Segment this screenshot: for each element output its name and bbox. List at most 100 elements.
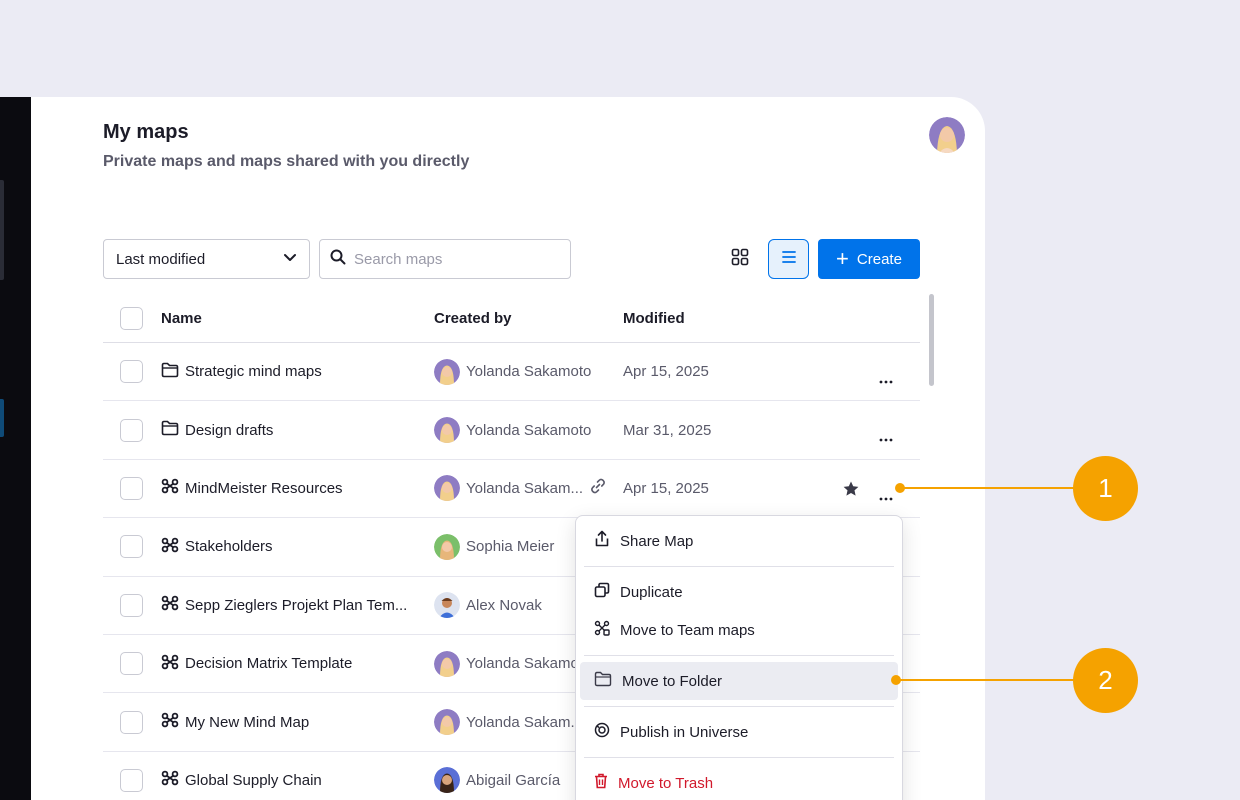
row-checkbox[interactable] [120,476,143,500]
mindmap-icon [161,595,179,615]
column-header-modified[interactable]: Modified [623,310,783,327]
row-created-by: Yolanda Sakamoto [466,363,592,381]
mindmap-icon [161,478,179,498]
avatar [434,592,460,619]
row-modified: Apr 15, 2025 [623,363,709,381]
search-icon [330,249,346,270]
duplicate-icon [594,582,610,602]
grid-view-button[interactable] [720,239,760,279]
row-checkbox[interactable] [120,593,143,617]
menu-divider [584,655,894,656]
scrollbar[interactable] [929,294,934,386]
context-menu: Share Map Duplicate Move to Team maps Mo… [575,515,903,800]
menu-item-label: Publish in Universe [620,723,749,741]
folder-icon [594,671,612,691]
link-icon [589,477,607,499]
menu-item-label: Move to Team maps [620,621,755,639]
callout-line-2 [896,679,1076,681]
row-name: Sepp Zieglers Projekt Plan Tem... [185,596,408,614]
mindmap-icon [161,712,179,732]
callout-marker-1: 1 [1073,456,1138,521]
callout-marker-2: 2 [1073,648,1138,713]
row-checkbox[interactable] [120,652,143,676]
maps-panel: My maps Private maps and maps shared wit… [31,97,985,800]
user-avatar[interactable] [929,117,965,153]
folder-icon [161,420,179,440]
row-created-by: Sophia Meier [466,538,555,556]
row-name: Design drafts [185,421,274,439]
app-sidebar-edge [0,97,31,800]
row-name: Strategic mind maps [185,363,322,381]
menu-item-label: Share Map [620,532,694,550]
create-button[interactable]: + Create [818,239,920,279]
avatar [434,358,460,385]
row-name: MindMeister Resources [185,479,343,497]
table-row[interactable]: Design drafts Yolanda Sakamoto Mar 31, 2… [103,401,920,460]
star-icon[interactable] [842,480,860,502]
sort-select-value: Last modified [116,250,206,268]
menu-item-move-to-trash[interactable]: Move to Trash [580,764,898,800]
avatar [434,709,460,736]
mindmap-icon [161,654,179,674]
avatar [434,475,460,502]
row-created-by: Alex Novak [466,596,542,614]
row-modified: Mar 31, 2025 [623,421,712,439]
page-title: My maps [103,121,189,143]
search-input[interactable] [354,250,554,268]
trash-icon [594,773,608,793]
row-created-by: Yolanda Sakam... [466,479,584,497]
row-checkbox[interactable] [120,360,143,384]
row-created-by: Yolanda Sakamo [466,655,579,673]
plus-icon: + [836,246,849,271]
menu-item-label: Move to Folder [622,672,723,690]
row-checkbox[interactable] [120,710,143,734]
menu-item-label: Move to Trash [618,774,714,792]
grid-view-icon [731,248,749,271]
table-header: Name Created by Modified [103,294,920,343]
more-options-icon[interactable] [879,488,893,505]
page-subtitle: Private maps and maps shared with you di… [103,153,470,170]
folder-icon [161,362,179,382]
mindmap-icon [161,537,179,557]
row-checkbox[interactable] [120,535,143,559]
sort-select[interactable]: Last modified [103,239,310,279]
list-view-button[interactable] [768,239,809,279]
callout-line-1 [900,487,1076,489]
menu-item-share-map[interactable]: Share Map [580,522,898,560]
row-modified: Apr 15, 2025 [623,479,709,497]
list-view-icon [781,250,797,269]
select-all-checkbox[interactable] [120,306,143,330]
column-header-created-by[interactable]: Created by [434,310,623,327]
row-name: Decision Matrix Template [185,655,353,673]
row-created-by: Abigail García [466,771,561,789]
menu-item-label: Duplicate [620,583,683,601]
table-row[interactable]: Strategic mind maps Yolanda Sakamoto Apr… [103,343,920,402]
publish-icon [594,722,610,742]
chevron-down-icon [283,250,297,268]
row-name: My New Mind Map [185,713,310,731]
menu-item-publish-in-universe[interactable]: Publish in Universe [580,713,898,751]
row-created-by: Yolanda Sakamoto [466,421,592,439]
team-maps-icon [594,620,610,640]
table-row[interactable]: MindMeister Resources Yolanda Sakam... A… [103,460,920,519]
column-header-name[interactable]: Name [161,310,434,327]
menu-divider [584,757,894,758]
avatar [434,650,460,677]
menu-item-move-to-folder[interactable]: Move to Folder [580,662,898,700]
menu-item-duplicate[interactable]: Duplicate [580,573,898,611]
row-checkbox[interactable] [120,418,143,442]
create-button-label: Create [856,250,902,268]
mindmap-icon [161,770,179,790]
more-options-icon[interactable] [879,371,893,388]
row-name: Stakeholders [185,538,273,556]
menu-item-move-to-team-maps[interactable]: Move to Team maps [580,611,898,649]
menu-divider [584,566,894,567]
avatar [434,417,460,444]
more-options-icon[interactable] [879,429,893,446]
search-box[interactable] [319,239,571,279]
sidebar-tab[interactable] [0,180,4,280]
avatar [434,767,460,794]
sidebar-tab-active[interactable] [0,399,4,437]
share-icon [594,530,610,552]
row-checkbox[interactable] [120,768,143,792]
